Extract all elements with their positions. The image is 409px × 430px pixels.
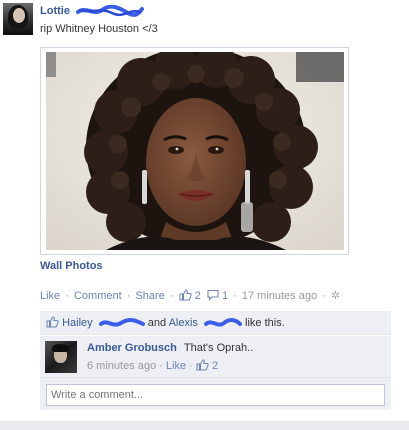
gear-icon[interactable]: ✲ bbox=[331, 290, 340, 302]
comment-timestamp[interactable]: 6 minutes ago bbox=[87, 360, 156, 372]
separator-dot: · bbox=[322, 290, 326, 302]
comment-line: Amber Grobusch That's Oprah.. bbox=[87, 342, 253, 354]
separator-dot: · bbox=[189, 360, 193, 372]
likes-suffix: like this. bbox=[245, 317, 285, 329]
redaction-scribble-icon bbox=[76, 5, 145, 17]
status-text: rip Whitney Houston </3 bbox=[40, 23, 158, 35]
photo-frame bbox=[40, 47, 349, 255]
story-actions: Like · Comment · Share · 2 1 · 17 minute… bbox=[40, 289, 340, 302]
comment-likes-count: 2 bbox=[211, 360, 219, 372]
story-timestamp[interactable]: 17 minutes ago bbox=[242, 290, 317, 302]
comment-meta: 6 minutes ago · Like · 2 bbox=[87, 359, 218, 372]
comment-link[interactable]: Comment bbox=[74, 290, 122, 302]
redaction-scribble-icon bbox=[203, 317, 242, 327]
comment-text: That's Oprah.. bbox=[183, 342, 254, 354]
redaction-scribble-icon bbox=[98, 317, 145, 327]
wall-photo[interactable] bbox=[46, 52, 344, 250]
separator-dot: · bbox=[65, 290, 69, 302]
separator-dot: · bbox=[169, 290, 174, 302]
comment-likes-link[interactable]: 2 bbox=[196, 359, 219, 372]
author-name[interactable]: Lottie bbox=[40, 5, 70, 17]
comment-like-link[interactable]: Like bbox=[166, 360, 186, 372]
likes-conjunction: and bbox=[147, 317, 167, 329]
author-name-line: Lottie bbox=[40, 5, 145, 17]
separator-dot: · bbox=[159, 360, 163, 372]
likes-count: 2 bbox=[194, 290, 201, 302]
liker-name-1[interactable]: Hailey bbox=[62, 317, 93, 329]
liker-name-2[interactable]: Alexis bbox=[169, 317, 198, 329]
comment-author-name[interactable]: Amber Grobusch bbox=[87, 342, 177, 354]
feed-story: Lottie rip Whitney Houston </3 Wall Phot… bbox=[0, 0, 409, 430]
feed-divider bbox=[0, 421, 409, 430]
comment-item: Amber Grobusch That's Oprah.. 6 minutes … bbox=[40, 336, 391, 378]
portrait-image bbox=[46, 52, 344, 250]
likes-count-link[interactable]: 2 bbox=[179, 289, 204, 302]
thumbs-up-icon bbox=[179, 289, 192, 301]
separator-dot: · bbox=[126, 290, 131, 302]
like-link[interactable]: Like bbox=[40, 290, 60, 302]
commenter-avatar[interactable] bbox=[45, 341, 77, 373]
thumbs-up-icon bbox=[46, 316, 59, 328]
comment-composer bbox=[40, 378, 391, 410]
write-comment-input[interactable] bbox=[46, 384, 385, 406]
likes-sentence: Hailey and Alexis like this. bbox=[40, 311, 391, 335]
separator-dot: · bbox=[233, 290, 237, 302]
author-avatar[interactable] bbox=[3, 3, 33, 35]
thumbs-up-icon bbox=[196, 359, 209, 371]
comments-count-link[interactable]: 1 bbox=[207, 290, 231, 302]
share-link[interactable]: Share bbox=[135, 290, 164, 302]
comment-bubble-icon bbox=[207, 290, 219, 301]
album-link[interactable]: Wall Photos bbox=[40, 260, 103, 272]
comments-count: 1 bbox=[221, 290, 229, 302]
